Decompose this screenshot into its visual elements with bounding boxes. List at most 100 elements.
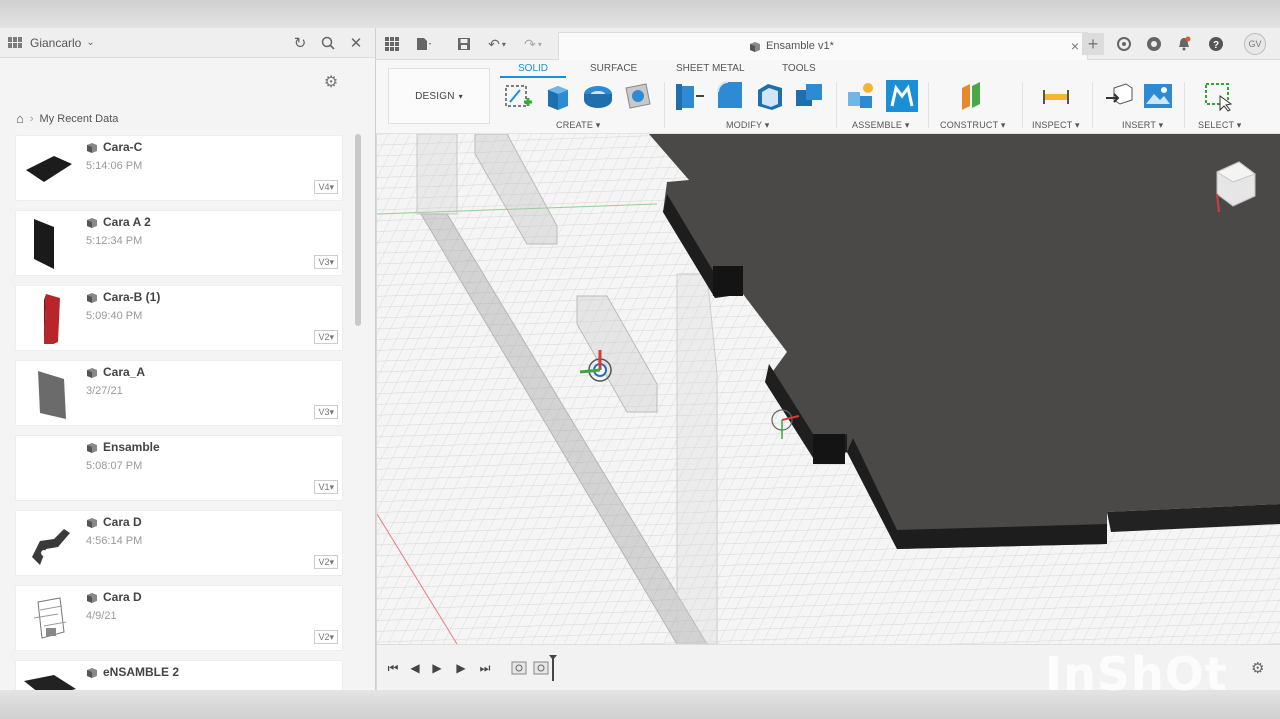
recent-files-list: Cara-C 5:14:06 PM V4 ▾ Cara A 2 5:12:34 P… <box>16 136 342 690</box>
file-thumbnail <box>33 597 67 639</box>
chevron-down-icon[interactable]: ⌄ <box>86 37 94 48</box>
group-insert[interactable]: INSERT ▾ <box>1122 120 1163 131</box>
tab-sheet-metal[interactable]: SHEET METAL <box>676 63 745 74</box>
document-title: Ensamble v1* <box>766 40 834 52</box>
chevron-down-icon: ▾ <box>458 91 463 101</box>
design-file-icon <box>87 368 97 378</box>
new-tab-button[interactable]: + <box>1082 33 1104 55</box>
workspace-switcher[interactable]: DESIGN ▾ <box>388 68 490 124</box>
notifications-bell-icon[interactable] <box>1174 34 1194 54</box>
video-band-top <box>0 0 1280 28</box>
file-name: Ensamble <box>103 440 160 454</box>
file-name: Cara-C <box>103 140 143 154</box>
group-construct[interactable]: CONSTRUCT ▾ <box>940 120 1006 131</box>
fillet-icon[interactable] <box>714 80 746 112</box>
version-badge[interactable]: V1 ▾ <box>314 480 338 494</box>
assembly-file-icon <box>87 668 97 678</box>
go-to-start-icon[interactable]: ⏮ <box>385 660 401 676</box>
close-tab-icon[interactable]: × <box>1071 38 1079 54</box>
list-item[interactable]: eNSAMBLE 2 <box>16 661 342 690</box>
list-item[interactable]: Cara A 2 5:12:34 PM V3 ▾ <box>16 211 342 275</box>
list-item[interactable]: Ensamble 5:08:07 PM V1 ▾ <box>16 436 342 500</box>
tab-tools[interactable]: TOOLS <box>782 63 816 74</box>
design-file-icon <box>87 293 97 303</box>
file-time: 5:14:06 PM <box>86 160 143 172</box>
tab-solid[interactable]: SOLID <box>518 63 548 74</box>
extensions-icon[interactable] <box>1114 34 1134 54</box>
group-create[interactable]: CREATE ▾ <box>556 120 600 131</box>
insert-image-icon[interactable] <box>1142 80 1174 112</box>
file-name: eNSAMBLE 2 <box>103 665 180 679</box>
hole-icon[interactable] <box>622 80 654 112</box>
file-time: 4:56:14 PM <box>86 535 143 547</box>
close-icon[interactable]: ✕ <box>345 32 367 54</box>
list-item[interactable]: Cara_A 3/27/21 V3 ▾ <box>16 361 342 425</box>
insert-derive-icon[interactable] <box>1104 80 1136 112</box>
group-select[interactable]: SELECT ▾ <box>1198 120 1241 131</box>
team-hub-icon[interactable] <box>8 36 24 49</box>
new-component-icon[interactable] <box>846 80 878 112</box>
save-icon[interactable] <box>454 34 474 54</box>
user-hub-name[interactable]: Giancarlo <box>30 36 81 50</box>
file-thumbnail <box>32 529 70 565</box>
step-forward-icon[interactable]: ▶ <box>453 660 469 676</box>
translucent-panel <box>416 134 458 215</box>
tab-surface[interactable]: SURFACE <box>590 63 637 74</box>
job-status-icon[interactable] <box>1144 34 1164 54</box>
version-badge[interactable]: V2 ▾ <box>314 630 338 644</box>
file-thumbnail <box>38 371 66 419</box>
group-modify[interactable]: MODIFY ▾ <box>726 120 769 131</box>
file-thumbnail <box>44 294 60 344</box>
list-item[interactable]: Cara D 4:56:14 PM V2 ▾ <box>16 511 342 575</box>
workspace-label: DESIGN <box>415 90 455 102</box>
revolve-icon[interactable] <box>582 80 614 112</box>
file-time: 5:09:40 PM <box>86 310 143 322</box>
refresh-icon[interactable]: ↻ <box>289 32 311 54</box>
undo-icon[interactable]: ↶ ▾ <box>484 34 510 54</box>
help-icon[interactable]: ? <box>1206 34 1226 54</box>
timeline-settings-gear-icon[interactable]: ⚙ <box>1251 659 1264 677</box>
combine-icon[interactable] <box>794 80 826 112</box>
file-menu-icon[interactable] <box>414 34 434 54</box>
group-inspect[interactable]: INSPECT ▾ <box>1032 120 1080 131</box>
version-badge[interactable]: V3 ▾ <box>314 255 338 269</box>
file-name: Cara_A <box>103 365 146 379</box>
search-icon[interactable] <box>317 32 339 54</box>
home-icon[interactable]: ⌂ <box>16 111 24 126</box>
play-icon[interactable]: ▶ <box>429 660 445 676</box>
redo-icon[interactable]: ↷ ▾ <box>520 34 546 54</box>
extrude-icon[interactable] <box>542 80 574 112</box>
breadcrumb-current[interactable]: My Recent Data <box>40 113 119 125</box>
data-panel-grid-icon[interactable] <box>382 34 402 54</box>
version-badge[interactable]: V2 ▾ <box>314 555 338 569</box>
document-tab[interactable]: Ensamble v1* × <box>558 32 1088 60</box>
version-badge[interactable]: V3 ▾ <box>314 405 338 419</box>
timeline-marker[interactable] <box>549 655 557 681</box>
version-badge[interactable]: V2 ▾ <box>314 330 338 344</box>
gear-icon[interactable]: ⚙ <box>321 72 341 92</box>
timeline-feature-icon[interactable] <box>533 660 549 676</box>
list-item[interactable]: Cara-C 5:14:06 PM V4 ▾ <box>16 136 342 200</box>
offset-plane-icon[interactable] <box>956 80 988 112</box>
scrollbar[interactable] <box>355 134 361 326</box>
3d-canvas[interactable] <box>377 134 1280 644</box>
file-time: 3/27/21 <box>86 385 123 397</box>
assembly-file-icon <box>750 42 760 52</box>
shell-icon[interactable] <box>754 80 786 112</box>
joint-icon[interactable] <box>886 80 918 112</box>
toolbar: DESIGN ▾ SOLID SURFACE SHEET METAL TOOLS… <box>376 60 1280 134</box>
avatar[interactable]: GV <box>1244 33 1266 55</box>
select-window-icon[interactable] <box>1202 80 1234 112</box>
measure-icon[interactable] <box>1040 80 1072 112</box>
timeline-feature-icon[interactable] <box>511 660 527 676</box>
press-pull-icon[interactable] <box>674 80 706 112</box>
step-back-icon[interactable]: ◀ <box>407 660 423 676</box>
go-to-end-icon[interactable]: ⏭ <box>477 660 493 676</box>
group-assemble[interactable]: ASSEMBLE ▾ <box>852 120 910 131</box>
list-item[interactable]: Cara-B (1) 5:09:40 PM V2 ▾ <box>16 286 342 350</box>
file-name: Cara D <box>103 515 142 529</box>
create-sketch-icon[interactable] <box>502 80 534 112</box>
version-badge[interactable]: V4 ▾ <box>314 180 338 194</box>
translucent-upright <box>676 273 718 644</box>
list-item[interactable]: Cara D 4/9/21 V2 ▾ <box>16 586 342 650</box>
